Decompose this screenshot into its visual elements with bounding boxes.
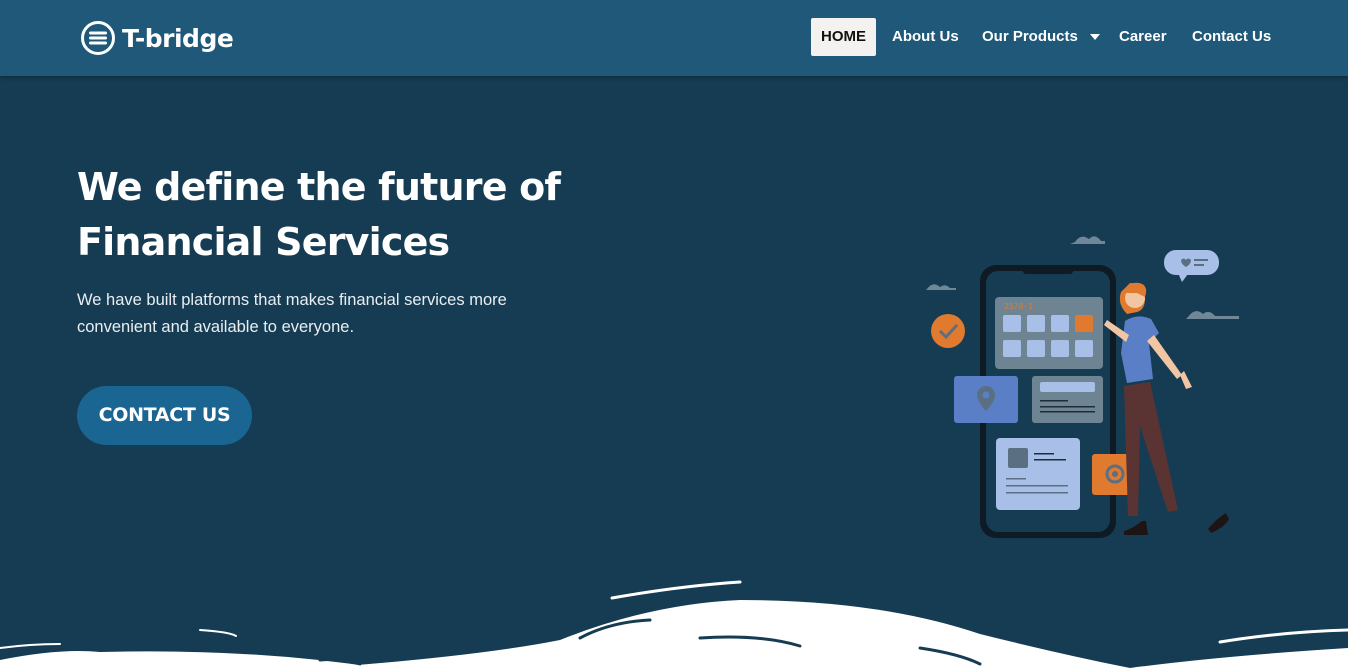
hero-title: We define the future of Financial Servic… [77, 160, 637, 270]
brand-logo[interactable]: T-bridge [80, 20, 234, 56]
chat-heart-icon [1164, 250, 1219, 282]
nav-item-our-products[interactable]: Our Products [982, 18, 1101, 56]
check-badge-icon [931, 314, 965, 348]
hero-subtitle-line-2: convenient and available to everyone. [77, 318, 355, 336]
top-navigation-bar: T-bridge HOME About Us Our Products Care… [0, 0, 1348, 76]
nav-item-contact-us[interactable]: Contact Us [1192, 18, 1271, 56]
wave-decoration [0, 580, 1348, 668]
nav-item-home[interactable]: HOME [811, 18, 876, 56]
nav-item-career[interactable]: Career [1119, 18, 1167, 56]
hero-subtitle-line-1: We have built platforms that makes finan… [77, 291, 507, 309]
woman-figure [1104, 282, 1229, 535]
hero-title-line-2: Financial Services [77, 220, 450, 264]
phone-illustration: 2578-1 [926, 236, 1239, 538]
phone-card-label: 2578-1 [1004, 302, 1033, 311]
hero-subtitle: We have built platforms that makes finan… [77, 287, 597, 341]
circle-equals-logo-icon [81, 21, 115, 55]
contact-us-button[interactable]: CONTACT US [77, 386, 252, 445]
nav-item-our-products-label: Our Products [982, 28, 1078, 45]
caret-down-icon [1090, 34, 1101, 41]
nav-item-about-us[interactable]: About Us [892, 18, 959, 56]
hero-title-line-1: We define the future of [77, 165, 561, 209]
brand-name: T-bridge [122, 23, 234, 53]
